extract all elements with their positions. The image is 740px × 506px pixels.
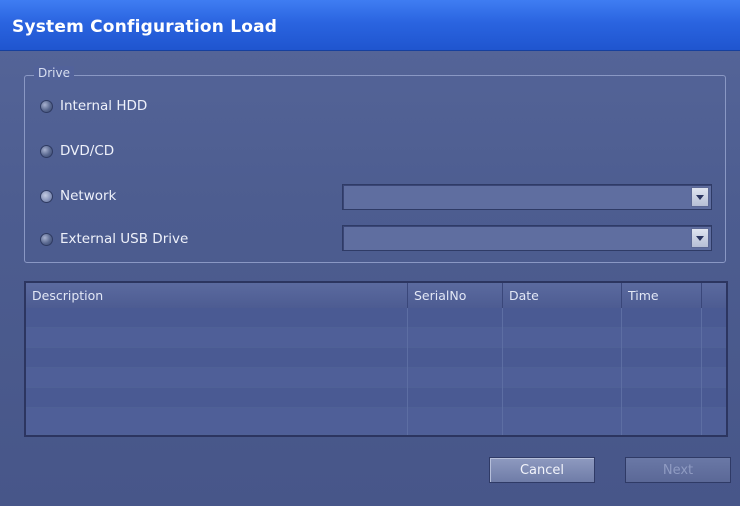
- radio-button-icon[interactable]: [40, 232, 53, 246]
- title-bar: System Configuration Load: [0, 0, 740, 51]
- usb-drive-dropdown[interactable]: [342, 225, 712, 251]
- column-divider: [407, 308, 408, 435]
- column-header-time[interactable]: Time: [622, 283, 702, 308]
- cancel-button[interactable]: Cancel: [489, 457, 595, 483]
- system-configuration-load-dialog: System Configuration Load Drive Internal…: [0, 0, 740, 506]
- chevron-down-icon: [696, 235, 704, 241]
- column-header-date[interactable]: Date: [503, 283, 622, 308]
- radio-label-dvd-cd: DVD/CD: [60, 143, 115, 159]
- column-divider: [621, 308, 622, 435]
- column-header-description[interactable]: Description: [26, 283, 408, 308]
- radio-label-network: Network: [60, 188, 117, 204]
- radio-network[interactable]: Network: [40, 186, 116, 206]
- table-header: Description SerialNo Date Time: [26, 283, 726, 309]
- usb-dropdown-button[interactable]: [691, 228, 709, 248]
- column-divider: [502, 308, 503, 435]
- drive-group-legend: Drive: [34, 66, 74, 80]
- radio-internal-hdd[interactable]: Internal HDD: [40, 96, 147, 116]
- radio-dvd-cd[interactable]: DVD/CD: [40, 141, 114, 161]
- column-divider: [701, 308, 702, 435]
- next-button[interactable]: Next: [625, 457, 731, 483]
- chevron-down-icon: [696, 194, 704, 200]
- column-header-serialno[interactable]: SerialNo: [408, 283, 503, 308]
- configuration-table[interactable]: Description SerialNo Date Time: [24, 281, 728, 437]
- radio-button-icon[interactable]: [40, 99, 53, 113]
- network-dropdown-button[interactable]: [691, 187, 709, 207]
- dialog-title: System Configuration Load: [12, 17, 278, 37]
- network-dropdown[interactable]: [342, 184, 712, 210]
- radio-button-icon[interactable]: [40, 189, 53, 203]
- radio-external-usb-drive[interactable]: External USB Drive: [40, 229, 188, 249]
- radio-button-icon[interactable]: [40, 144, 53, 158]
- radio-label-internal-hdd: Internal HDD: [60, 98, 148, 114]
- radio-label-external-usb: External USB Drive: [60, 231, 189, 247]
